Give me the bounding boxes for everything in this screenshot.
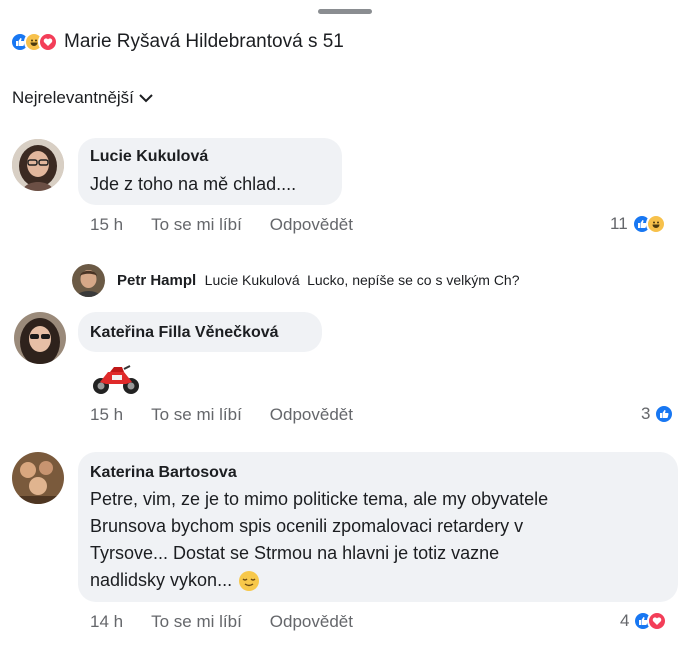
comment-time: 14 h xyxy=(90,612,124,631)
comment-time: 15 h xyxy=(90,215,124,234)
comment-text: Jde z toho na mě chlad.... xyxy=(90,174,297,194)
reply-mention[interactable]: Lucie Kukulová xyxy=(205,272,300,288)
reply-text: Lucko, nepíše se co s velkým Ch? xyxy=(307,272,520,288)
reactions-summary[interactable]: Marie Ryšavá Hildebrantová s 51 xyxy=(10,28,344,56)
reaction-count-number: 4 xyxy=(620,611,630,630)
like-reaction-icon xyxy=(654,404,675,424)
reply-button[interactable]: Odpovědět xyxy=(270,215,353,235)
avatar[interactable] xyxy=(72,264,105,297)
comment-author[interactable]: Lucie Kukulová xyxy=(90,148,208,166)
reaction-icons xyxy=(633,611,668,631)
comment-time: 15 h xyxy=(90,405,124,424)
sort-dropdown[interactable]: Nejrelevantnější xyxy=(12,88,154,108)
reaction-count[interactable]: 4 xyxy=(620,611,668,631)
reaction-icons xyxy=(631,214,666,234)
comment-actions: 15 h To se mi líbí Odpovědět xyxy=(90,405,381,425)
comment-author[interactable]: Katerina Bartosova xyxy=(90,464,237,482)
like-button[interactable]: To se mi líbí xyxy=(151,215,242,235)
comment-actions: 15 h To se mi líbí Odpovědět xyxy=(90,215,381,235)
reaction-count[interactable]: 11 xyxy=(610,214,666,234)
comment-author[interactable]: Kateřina Filla Věnečková xyxy=(90,324,279,342)
avatar[interactable] xyxy=(12,452,64,504)
comment-bubble: Lucie Kukulová Jde z toho na mě chlad...… xyxy=(78,138,342,205)
comment-bubble: Kateřina Filla Věnečková xyxy=(78,312,322,352)
avatar[interactable] xyxy=(14,312,66,364)
motorcycle-sticker xyxy=(90,360,142,396)
reaction-count-number: 11 xyxy=(610,214,628,233)
comment-text-line: Petre, vim, ze je to mimo politicke tema… xyxy=(90,489,549,509)
love-reaction-icon xyxy=(38,32,58,52)
comment-text-line-last: nadlidsky vykon... xyxy=(90,567,548,594)
like-button[interactable]: To se mi líbí xyxy=(151,405,242,425)
love-reaction-icon xyxy=(647,611,668,631)
reaction-count-number: 3 xyxy=(641,404,651,423)
like-button[interactable]: To se mi líbí xyxy=(151,612,242,632)
comment-text: Petre, vim, ze je to mimo politicke tema… xyxy=(90,486,548,594)
reply-author[interactable]: Petr Hampl xyxy=(117,272,196,289)
haha-reaction-icon xyxy=(645,214,666,234)
reaction-icons xyxy=(10,32,58,52)
reply-button[interactable]: Odpovědět xyxy=(270,405,353,425)
comment-text-line: nadlidsky vykon... xyxy=(90,570,233,590)
comment-actions: 14 h To se mi líbí Odpovědět xyxy=(90,612,381,632)
drag-handle[interactable] xyxy=(318,9,372,14)
reactions-summary-text: Marie Ryšavá Hildebrantová s 51 xyxy=(64,31,344,52)
relieved-emoji-icon xyxy=(239,570,260,591)
comment-text-line: Tyrsove... Dostat se Strmou na hlavni je… xyxy=(90,543,500,563)
comment-bubble: Katerina Bartosova Petre, vim, ze je to … xyxy=(78,452,678,602)
comment-text-line: Brunsova bychom spis ocenili zpomalovaci… xyxy=(90,516,524,536)
reaction-icons xyxy=(654,404,675,424)
avatar[interactable] xyxy=(12,139,64,191)
sort-label: Nejrelevantnější xyxy=(12,88,134,107)
reply-button[interactable]: Odpovědět xyxy=(270,612,353,632)
chevron-down-icon xyxy=(139,94,153,103)
reply-row: Petr Hampl Lucie Kukulová Lucko, nepíše … xyxy=(117,272,520,290)
reaction-count[interactable]: 3 xyxy=(641,404,675,424)
